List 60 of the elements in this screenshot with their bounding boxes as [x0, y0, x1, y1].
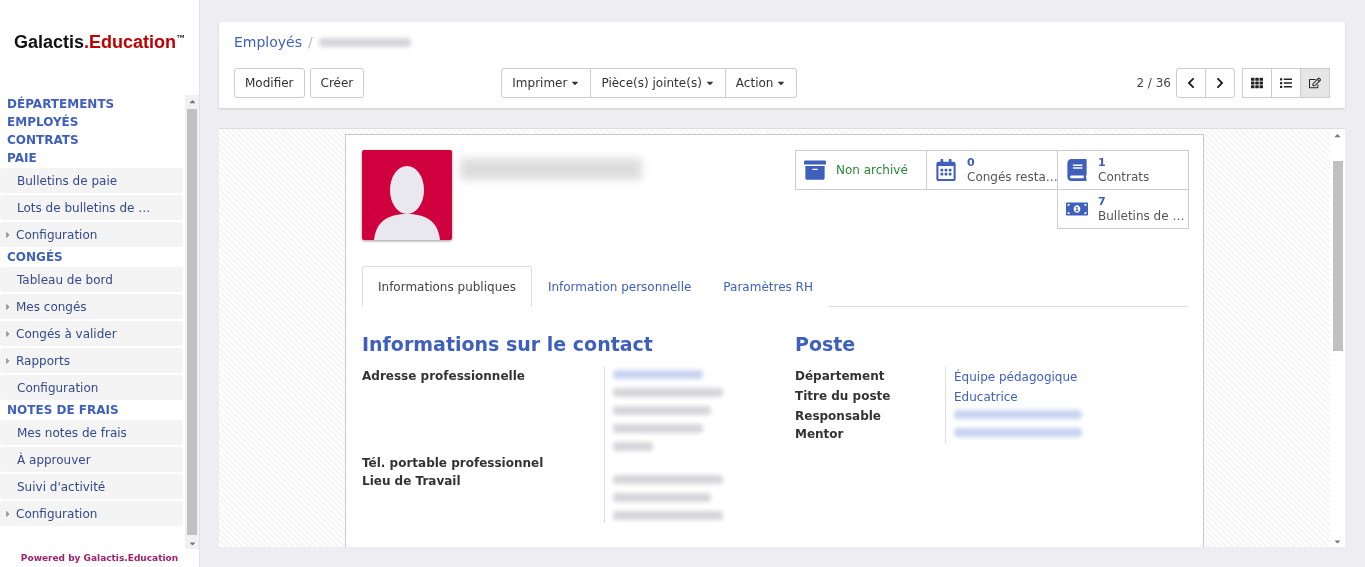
stat-button[interactable]: Non archivé — [795, 150, 927, 190]
scrollbar[interactable] — [1330, 129, 1345, 547]
archive-icon — [804, 159, 826, 181]
menu-item[interactable]: Mes notes de frais — [0, 420, 183, 445]
toolbar-button[interactable]: Créer — [309, 68, 365, 98]
form-icon — [1309, 77, 1321, 89]
field-label: Département — [795, 368, 886, 385]
menu-item[interactable]: Lots de bulletins de … — [0, 195, 183, 220]
menu-item[interactable]: Configuration — [0, 501, 183, 526]
stat-button[interactable]: 1 Contrats — [1057, 150, 1189, 190]
field-label: Responsable — [795, 408, 882, 425]
footer-text: Powered by Galactis.Education — [19, 552, 180, 565]
menu-item[interactable]: Configuration — [0, 222, 183, 247]
field-label: Mentor — [795, 426, 845, 443]
menu-item[interactable]: Suivi d'activité — [0, 474, 183, 499]
stat-button[interactable]: 7 Bulletins de … — [1057, 189, 1189, 229]
stat-button[interactable]: 0 Congés resta… — [926, 150, 1058, 190]
menu-heading[interactable]: EMPLOYÉS — [0, 113, 185, 131]
form-view-button[interactable] — [1300, 68, 1330, 98]
menu-item[interactable]: Configuration — [0, 375, 183, 400]
menu-heading[interactable]: CONGÉS — [0, 248, 185, 266]
menu-item[interactable]: À approuver — [0, 447, 183, 472]
field-value[interactable]: Educatrice — [954, 390, 1167, 404]
menu-heading[interactable]: NOTES DE FRAIS — [0, 401, 185, 419]
menu-item[interactable]: Tableau de bord — [0, 267, 183, 292]
menu-heading[interactable]: CONTRATS — [0, 131, 185, 149]
field-label: Adresse professionnelle — [362, 368, 526, 385]
breadcrumb-separator: / — [308, 34, 313, 50]
field-label: Lieu de Travail — [362, 473, 462, 490]
chevron-right-icon — [1214, 77, 1226, 89]
dropdown-button[interactable]: Imprimer — [501, 68, 592, 98]
menu-heading[interactable]: PAIE — [0, 149, 185, 167]
logo: Galactis.Education$^{™}$ — [13, 32, 186, 53]
kanban-icon — [1251, 77, 1263, 89]
field-label: Tél. portable professionnel — [362, 455, 545, 472]
book-icon — [1066, 159, 1088, 181]
menu-item[interactable]: Rapports — [0, 348, 183, 373]
menu-heading[interactable]: DÉPARTEMENTS — [0, 95, 185, 113]
list-icon — [1280, 77, 1292, 89]
dropdown-button[interactable]: Action — [724, 68, 798, 98]
calendar-icon — [935, 159, 957, 181]
chevron-left-icon — [1185, 77, 1197, 89]
pager-counter: 2 / 36 — [1136, 76, 1171, 90]
field-label: Titre du poste — [795, 388, 892, 405]
toolbar-button[interactable]: Modifier — [234, 68, 305, 98]
list-view-button[interactable] — [1271, 68, 1301, 98]
menu-item[interactable]: Bulletins de paie — [0, 168, 183, 193]
next-button[interactable] — [1205, 68, 1235, 98]
section-title: Poste — [795, 333, 857, 355]
breadcrumb-link[interactable]: Employés — [234, 34, 303, 50]
tab[interactable]: Informations publiques — [362, 266, 532, 307]
kanban-view-button[interactable] — [1242, 68, 1272, 98]
dropdown-button[interactable]: Pièce(s) jointe(s) — [590, 68, 726, 98]
scrollbar[interactable] — [185, 95, 199, 549]
field-value[interactable]: Équipe pédagogique — [954, 370, 1167, 384]
section-title: Informations sur le contact — [362, 333, 654, 355]
blurred-text — [613, 442, 653, 451]
menu-item[interactable]: Congés à valider — [0, 321, 183, 346]
menu-item[interactable]: Mes congés — [0, 294, 183, 319]
previous-button[interactable] — [1176, 68, 1206, 98]
